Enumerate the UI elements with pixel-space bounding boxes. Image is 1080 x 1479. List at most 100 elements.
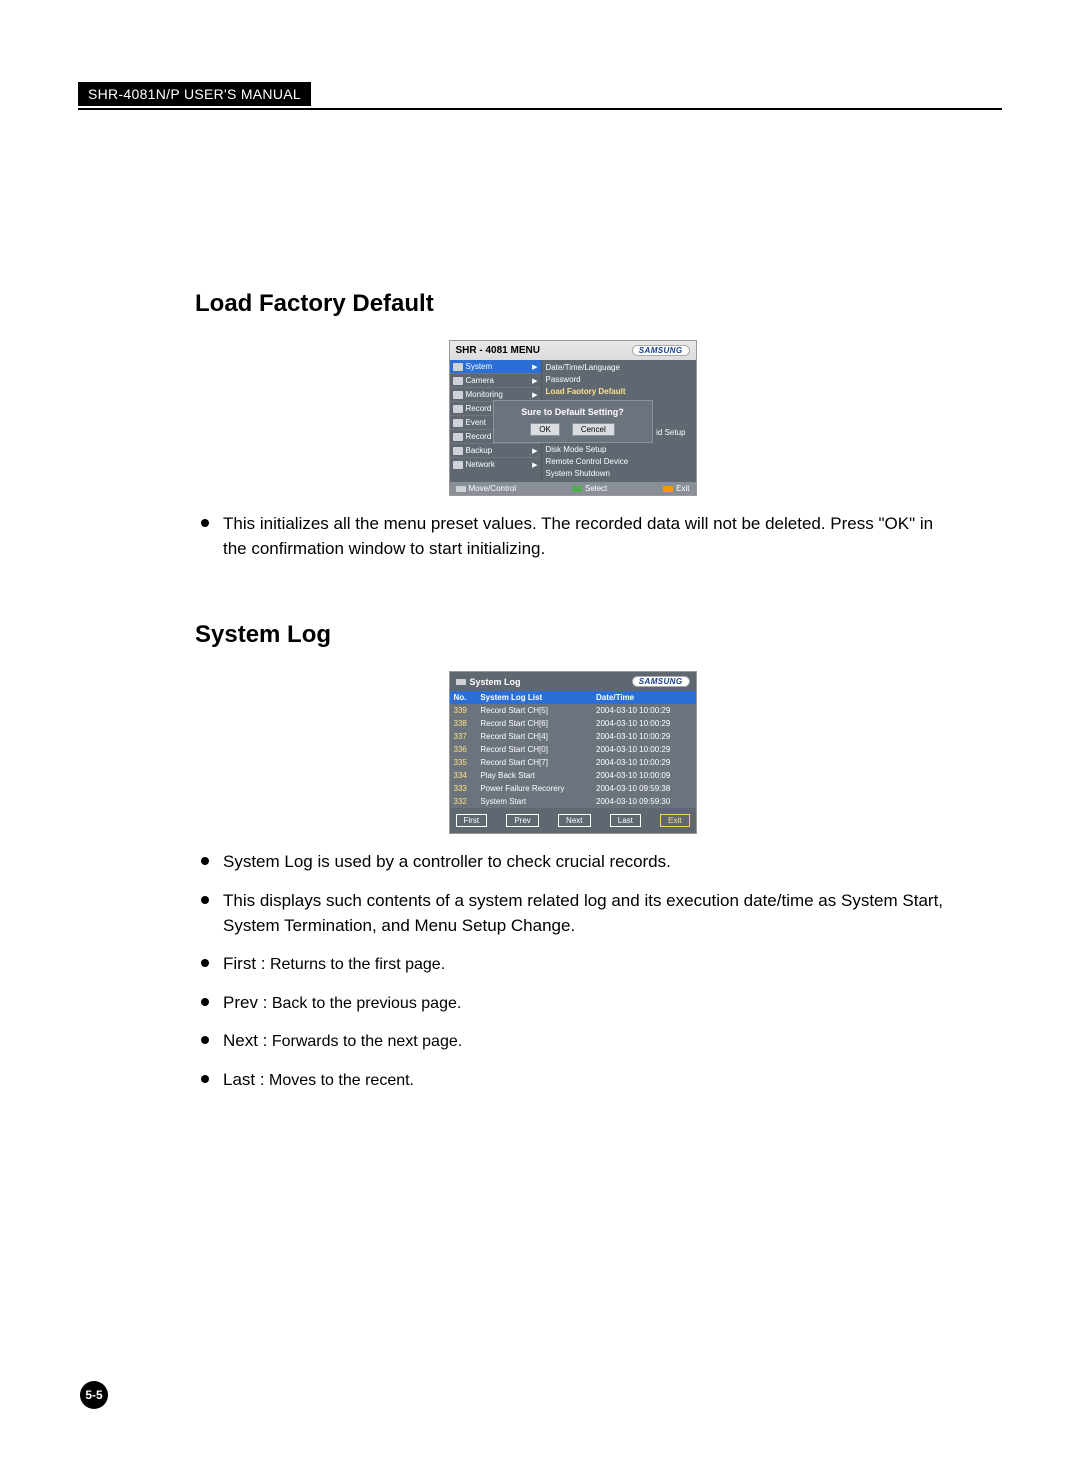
exit-icon: [663, 486, 673, 492]
table-row: 335Record Start CH[7]2004-03-10 10:00:29: [450, 756, 696, 769]
systemlog-screenshot: System Log SAMSUNG No. System Log List D…: [449, 671, 697, 834]
col-list: System Log List: [476, 691, 592, 704]
cell-no: 335: [450, 756, 477, 769]
menu-header: SHR - 4081 MENU SAMSUNG: [450, 341, 696, 360]
cell-no: 336: [450, 743, 477, 756]
dpad-icon: [456, 486, 466, 492]
menu-title: SHR - 4081 MENU: [456, 345, 540, 356]
menu-item-label: System: [466, 362, 493, 371]
cell-datetime: 2004-03-10 09:59:38: [592, 782, 695, 795]
submenu-item[interactable]: Password: [546, 374, 692, 386]
menu-item-icon: [453, 419, 463, 427]
table-row: 339Record Start CH[5]2004-03-10 10:00:29: [450, 704, 696, 717]
menu-item-label: Backup: [466, 446, 493, 455]
menu-item-icon: [453, 391, 463, 399]
next-button[interactable]: Next: [558, 814, 590, 827]
cell-datetime: 2004-03-10 10:00:29: [592, 756, 695, 769]
menu-partial-text: id Setup: [656, 428, 685, 437]
menu-screenshot: SHR - 4081 MENU SAMSUNG System▶Camera▶Mo…: [449, 340, 697, 496]
page-number: 5-5: [80, 1381, 108, 1409]
first-button[interactable]: First: [456, 814, 488, 827]
bullet-item: This displays such contents of a system …: [195, 889, 950, 938]
cancel-button[interactable]: Cencel: [572, 423, 615, 436]
submenu-item[interactable]: Remote Control Device: [546, 456, 692, 468]
menu-item[interactable]: Camera ▶: [450, 373, 541, 387]
menu-item-icon: [453, 377, 463, 385]
menu-item[interactable]: Backup ▶: [450, 443, 541, 457]
select-icon: [572, 486, 582, 492]
table-row: 333Power Failure Recorery2004-03-10 09:5…: [450, 782, 696, 795]
confirm-question: Sure to Default Setting?: [500, 407, 646, 417]
submenu-item[interactable]: Disk Mode Setup: [546, 444, 692, 456]
prev-button[interactable]: Prev: [506, 814, 538, 827]
cell-no: 337: [450, 730, 477, 743]
table-row: 334Play Back Start2004-03-10 10:00:09: [450, 769, 696, 782]
col-no: No.: [450, 691, 477, 704]
menu-item-label: Network: [466, 460, 495, 469]
menu-item[interactable]: Monitoring▶: [450, 387, 541, 401]
page: SHR-4081N/P USER'S MANUAL Load Factory D…: [0, 0, 1080, 1479]
chevron-right-icon: ▶: [532, 447, 537, 455]
cell-list: Play Back Start: [476, 769, 592, 782]
menu-item-icon: [453, 433, 463, 441]
menu-item-icon: [453, 363, 463, 371]
cell-list: Record Start CH[4]: [476, 730, 592, 743]
menu-item[interactable]: System▶: [450, 360, 541, 373]
cell-list: Power Failure Recorery: [476, 782, 592, 795]
cell-datetime: 2004-03-10 10:00:09: [592, 769, 695, 782]
cell-datetime: 2004-03-10 10:00:29: [592, 717, 695, 730]
section-heading-system-log: System Log: [195, 621, 950, 649]
last-button[interactable]: Last: [610, 814, 641, 827]
cell-no: 339: [450, 704, 477, 717]
menu-footer: Move/Control Select Exit: [450, 482, 696, 495]
ok-button[interactable]: OK: [530, 423, 560, 436]
systemlog-footer: First Prev Next Last Exit: [450, 808, 696, 833]
cell-list: Record Start CH[6]: [476, 717, 592, 730]
submenu-item[interactable]: Date/Time/Language: [546, 362, 692, 374]
menu-item-label: Monitoring: [466, 390, 503, 399]
confirm-dialog: Sure to Default Setting? OK Cencel: [493, 400, 653, 443]
section2-bullets: System Log is used by a controller to ch…: [195, 850, 950, 1092]
cell-datetime: 2004-03-10 10:00:29: [592, 730, 695, 743]
systemlog-header: System Log SAMSUNG: [450, 672, 696, 691]
menu-item-icon: [453, 461, 463, 469]
footer-exit: Exit: [676, 484, 689, 493]
bullet-item: Last : Moves to the recent.: [195, 1068, 950, 1093]
exit-button[interactable]: Exit: [660, 814, 689, 827]
cell-no: 334: [450, 769, 477, 782]
cell-no: 332: [450, 795, 477, 808]
cell-list: Record Start CH[5]: [476, 704, 592, 717]
table-row: 337Record Start CH[4]2004-03-10 10:00:29: [450, 730, 696, 743]
menu-item-icon: [453, 405, 463, 413]
cell-no: 333: [450, 782, 477, 795]
table-row: 338Record Start CH[6]2004-03-10 10:00:29: [450, 717, 696, 730]
systemlog-table: No. System Log List Date/Time 339Record …: [450, 691, 696, 808]
bullet-item: First : Returns to the first page.: [195, 952, 950, 977]
manual-title: SHR-4081N/P USER'S MANUAL: [78, 82, 311, 106]
cell-datetime: 2004-03-10 10:00:29: [592, 704, 695, 717]
submenu-item[interactable]: System Shutdown: [546, 468, 692, 480]
chevron-right-icon: ▶: [532, 377, 537, 385]
cell-datetime: 2004-03-10 10:00:29: [592, 743, 695, 756]
page-header: SHR-4081N/P USER'S MANUAL: [78, 82, 1002, 110]
bullet-item: System Log is used by a controller to ch…: [195, 850, 950, 875]
systemlog-body: No. System Log List Date/Time 339Record …: [450, 691, 696, 833]
submenu-item[interactable]: Load Faotory Default: [546, 386, 692, 398]
brand-logo: SAMSUNG: [632, 345, 690, 356]
bullet-item: Next : Forwards to the next page.: [195, 1029, 950, 1054]
chevron-right-icon: ▶: [532, 461, 537, 469]
page-content: Load Factory Default SHR - 4081 MENU SAM…: [195, 290, 950, 1107]
bullet-item: This initializes all the menu preset val…: [195, 512, 950, 561]
footer-select: Select: [585, 484, 607, 493]
list-icon: [456, 679, 466, 685]
cell-no: 338: [450, 717, 477, 730]
table-row: 332System Start2004-03-10 09:59:30: [450, 795, 696, 808]
menu-item-label: Camera: [466, 376, 494, 385]
menu-item[interactable]: Network ▶: [450, 457, 541, 471]
table-row: 336Record Start CH[0]2004-03-10 10:00:29: [450, 743, 696, 756]
systemlog-title: System Log: [470, 677, 521, 687]
cell-list: Record Start CH[7]: [476, 756, 592, 769]
cell-list: System Start: [476, 795, 592, 808]
cell-list: Record Start CH[0]: [476, 743, 592, 756]
section1-bullets: This initializes all the menu preset val…: [195, 512, 950, 561]
